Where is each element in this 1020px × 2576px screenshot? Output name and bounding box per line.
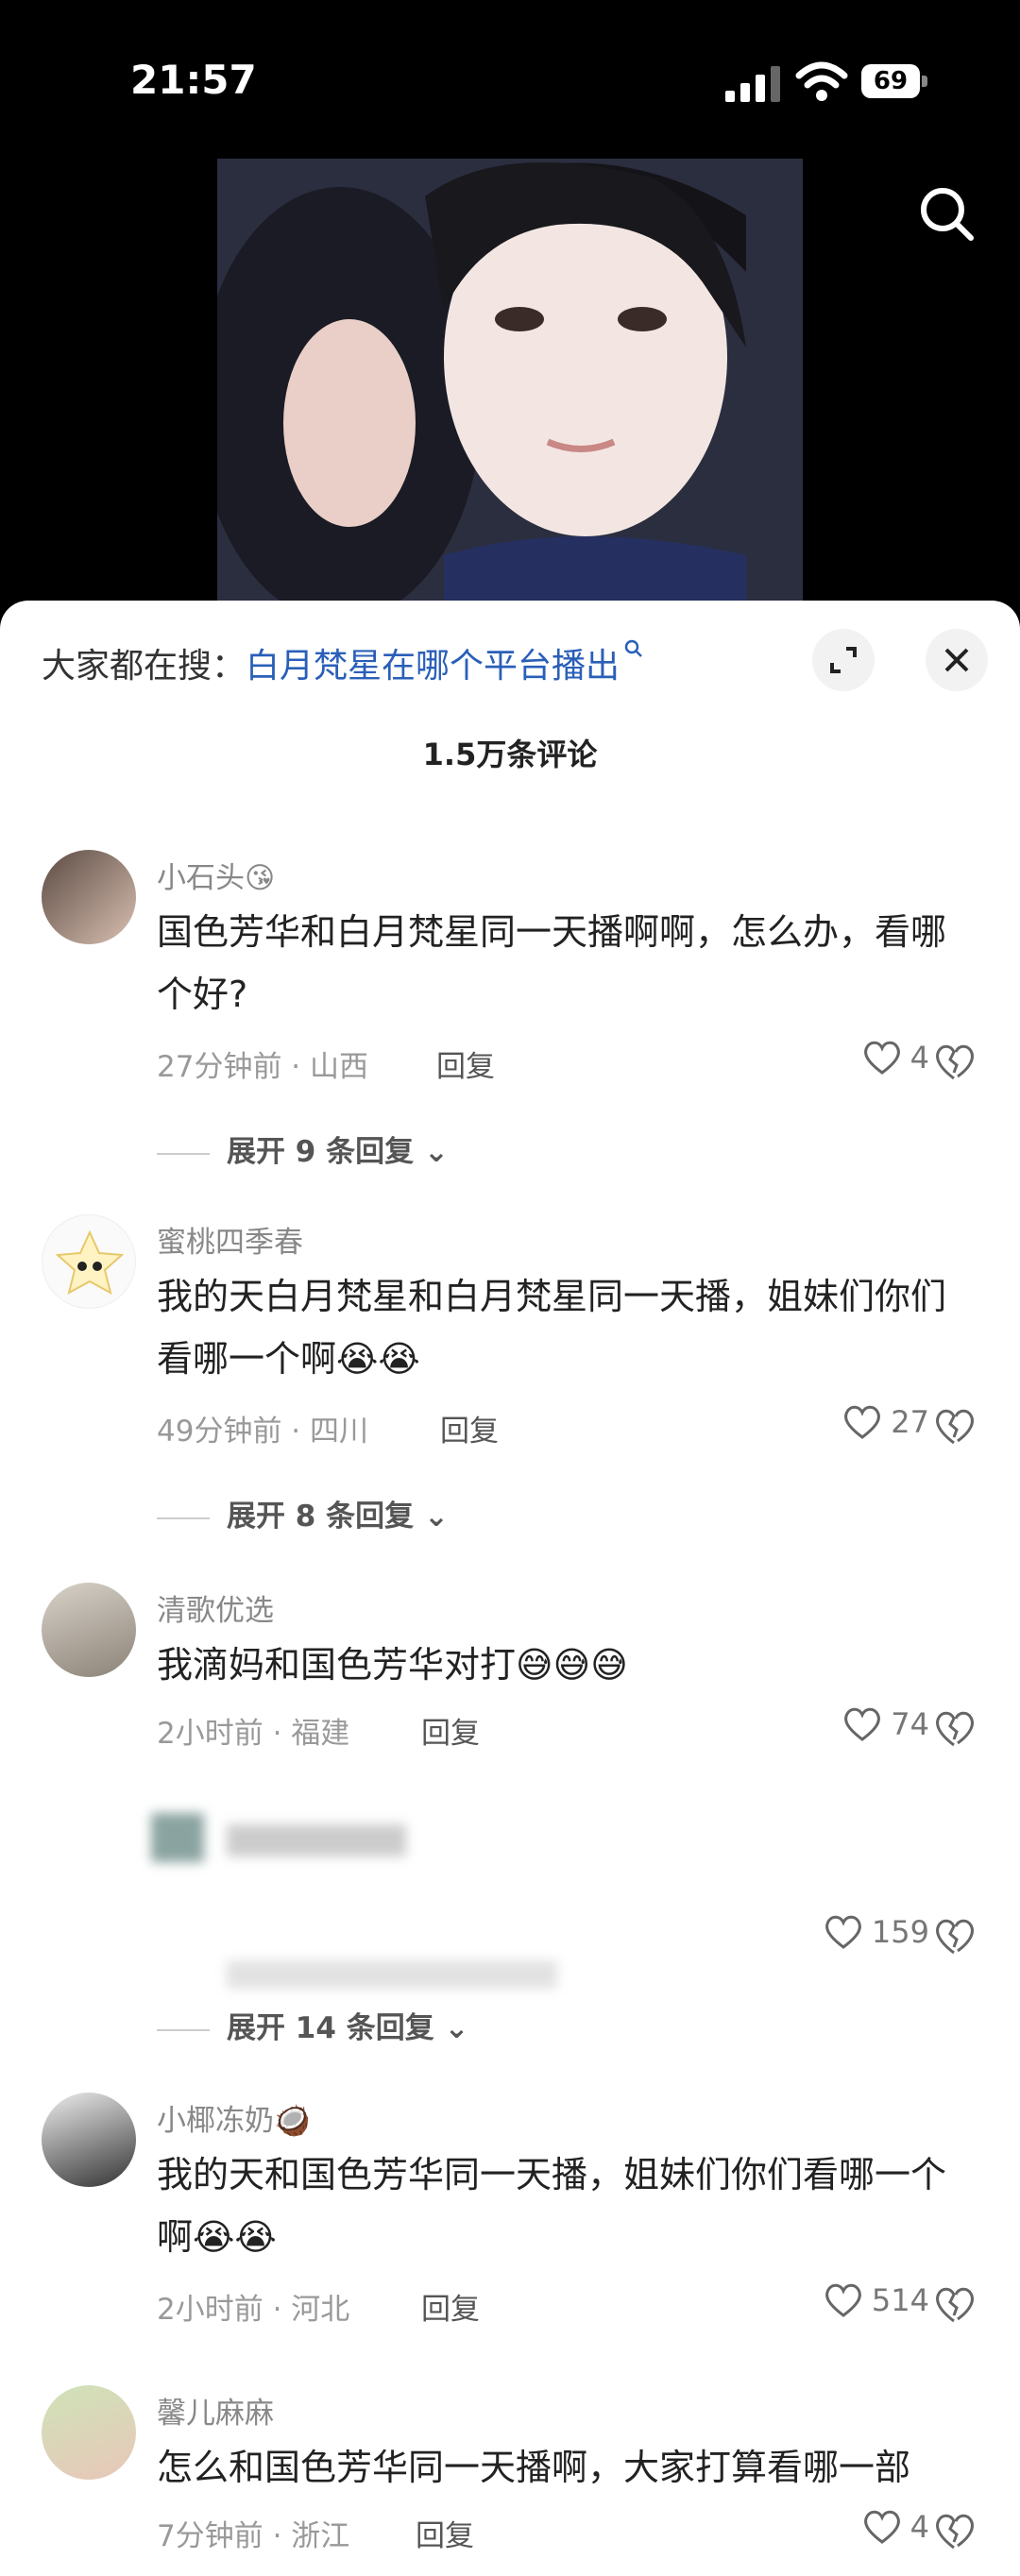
username-text: 小椰冻奶 (157, 2104, 274, 2138)
comment-username[interactable]: 蜜桃四季春 (157, 1218, 303, 1261)
heart-icon (863, 2510, 900, 2544)
comment-text: 我的天白月梵星和白月梵星同一天播，姐妹们你们看哪一个啊😭😭 (157, 1276, 947, 1380)
comment-text: 国色芳华和白月梵星同一天播啊啊，怎么办，看哪个好? (157, 911, 947, 1015)
avatar[interactable] (42, 2385, 136, 2480)
like-count: 74 (891, 1706, 929, 1742)
like-count: 159 (871, 1914, 929, 1950)
like-count: 514 (871, 2282, 929, 2318)
comment-username[interactable]: 小椰冻奶🥥 (157, 2096, 311, 2139)
comment-username[interactable]: 小石头😘 (157, 854, 275, 896)
battery-level: 69 (861, 64, 920, 98)
close-button[interactable] (926, 629, 988, 691)
expand-icon (830, 647, 857, 673)
avatar[interactable] (42, 1214, 136, 1309)
trending-search[interactable]: 大家都在搜：白月梵星在哪个平台播出 (42, 638, 644, 687)
panda-star-avatar-image (55, 1229, 125, 1295)
heart-icon (824, 2283, 861, 2317)
heart-icon (844, 1707, 881, 1741)
like-count: 27 (891, 1404, 929, 1440)
expand-replies-text: 展开 8 条回复 (227, 1500, 415, 1534)
battery-indicator: 69 (861, 60, 929, 102)
reply-button[interactable]: 回复 (436, 1042, 495, 1085)
expand-replies[interactable]: 展开 14 条回复 ⌄ (157, 2004, 469, 2046)
divider (157, 1517, 210, 1519)
heart-icon (824, 1915, 861, 1949)
like-count: 4 (910, 2509, 929, 2545)
search-icon[interactable] (914, 181, 980, 247)
like-button[interactable]: 74 (842, 1705, 929, 1743)
comment-meta: 2小时前 · 福建 (157, 1717, 350, 1751)
blurred-reply-text (227, 1824, 406, 1856)
like-button[interactable]: 4 (861, 2508, 929, 2546)
username-emoji: 😘 (245, 861, 276, 895)
broken-heart-icon[interactable] (931, 1915, 977, 1957)
chevron-down-icon: ⌄ (423, 1135, 449, 1169)
trending-search-query[interactable]: 白月梵星在哪个平台播出 (246, 647, 620, 686)
trending-search-prefix: 大家都在搜： (42, 647, 246, 686)
expand-replies[interactable]: 展开 8 条回复 ⌄ (157, 1492, 449, 1534)
comment-text: 怎么和国色芳华同一天播啊，大家打算看哪一部 (157, 2447, 911, 2488)
close-icon (944, 648, 969, 672)
status-time: 21:57 (130, 57, 257, 103)
reply-button[interactable]: 回复 (440, 1407, 499, 1449)
comment-meta: 49分钟前 · 四川 (157, 1415, 369, 1449)
video-frame-image (217, 159, 803, 602)
wifi-icon (795, 61, 848, 101)
like-button[interactable]: 4 (861, 1039, 929, 1076)
like-count: 4 (910, 1040, 929, 1076)
expand-replies[interactable]: 展开 9 条回复 ⌄ (157, 1127, 449, 1170)
like-button[interactable]: 514 (823, 2281, 929, 2319)
like-button[interactable]: 27 (842, 1403, 929, 1441)
blurred-reply-avatar (151, 1813, 204, 1862)
magnifier-icon (624, 639, 642, 657)
avatar[interactable] (42, 2093, 136, 2187)
divider (157, 1152, 210, 1155)
expand-replies-text: 展开 9 条回复 (227, 1135, 415, 1169)
broken-heart-icon[interactable] (931, 2510, 977, 2551)
heart-icon (844, 1405, 881, 1439)
chevron-down-icon: ⌄ (444, 2011, 469, 2045)
broken-heart-icon[interactable] (931, 1707, 977, 1749)
cellular-signal-icon (725, 66, 780, 102)
reply-button[interactable]: 回复 (421, 2285, 480, 2328)
comment-username[interactable]: 馨儿麻麻 (157, 2389, 274, 2432)
blurred-reply-meta (227, 1960, 557, 1989)
comment-text: 我滴妈和国色芳华对打😅😅😅 (157, 1644, 628, 1686)
username-emoji: 🥥 (274, 2104, 311, 2138)
broken-heart-icon[interactable] (931, 1041, 977, 1082)
broken-heart-icon[interactable] (931, 1405, 977, 1447)
expand-button[interactable] (812, 629, 875, 691)
comment-username[interactable]: 清歌优选 (157, 1586, 274, 1629)
reply-button[interactable]: 回复 (416, 2512, 474, 2554)
expand-replies-text: 展开 14 条回复 (227, 2011, 434, 2045)
heart-icon (863, 1041, 900, 1075)
status-bar: 21:57 69 (0, 0, 1020, 161)
chevron-down-icon: ⌄ (423, 1500, 449, 1534)
username-text: 小石头 (157, 861, 245, 895)
comment-meta: 27分钟前 · 山西 (157, 1050, 369, 1084)
comment-meta: 2小时前 · 河北 (157, 2293, 350, 2327)
avatar[interactable] (42, 850, 136, 944)
avatar[interactable] (42, 1583, 136, 1677)
comment-meta: 7分钟前 · 浙江 (157, 2519, 350, 2553)
reply-button[interactable]: 回复 (421, 1709, 480, 1752)
divider (157, 2028, 210, 2031)
broken-heart-icon[interactable] (931, 2283, 977, 2325)
video-thumbnail[interactable] (217, 159, 803, 602)
comment-count: 1.5万条评论 (422, 737, 598, 772)
like-button[interactable]: 159 (823, 1913, 929, 1951)
battery-tip (922, 76, 927, 87)
comment-text: 我的天和国色芳华同一天播，姐妹们你们看哪一个啊😭😭 (157, 2154, 947, 2258)
comments-panel: 大家都在搜：白月梵星在哪个平台播出 1.5万条评论 小石头😘 国色芳华和白月梵星… (0, 601, 1020, 2576)
